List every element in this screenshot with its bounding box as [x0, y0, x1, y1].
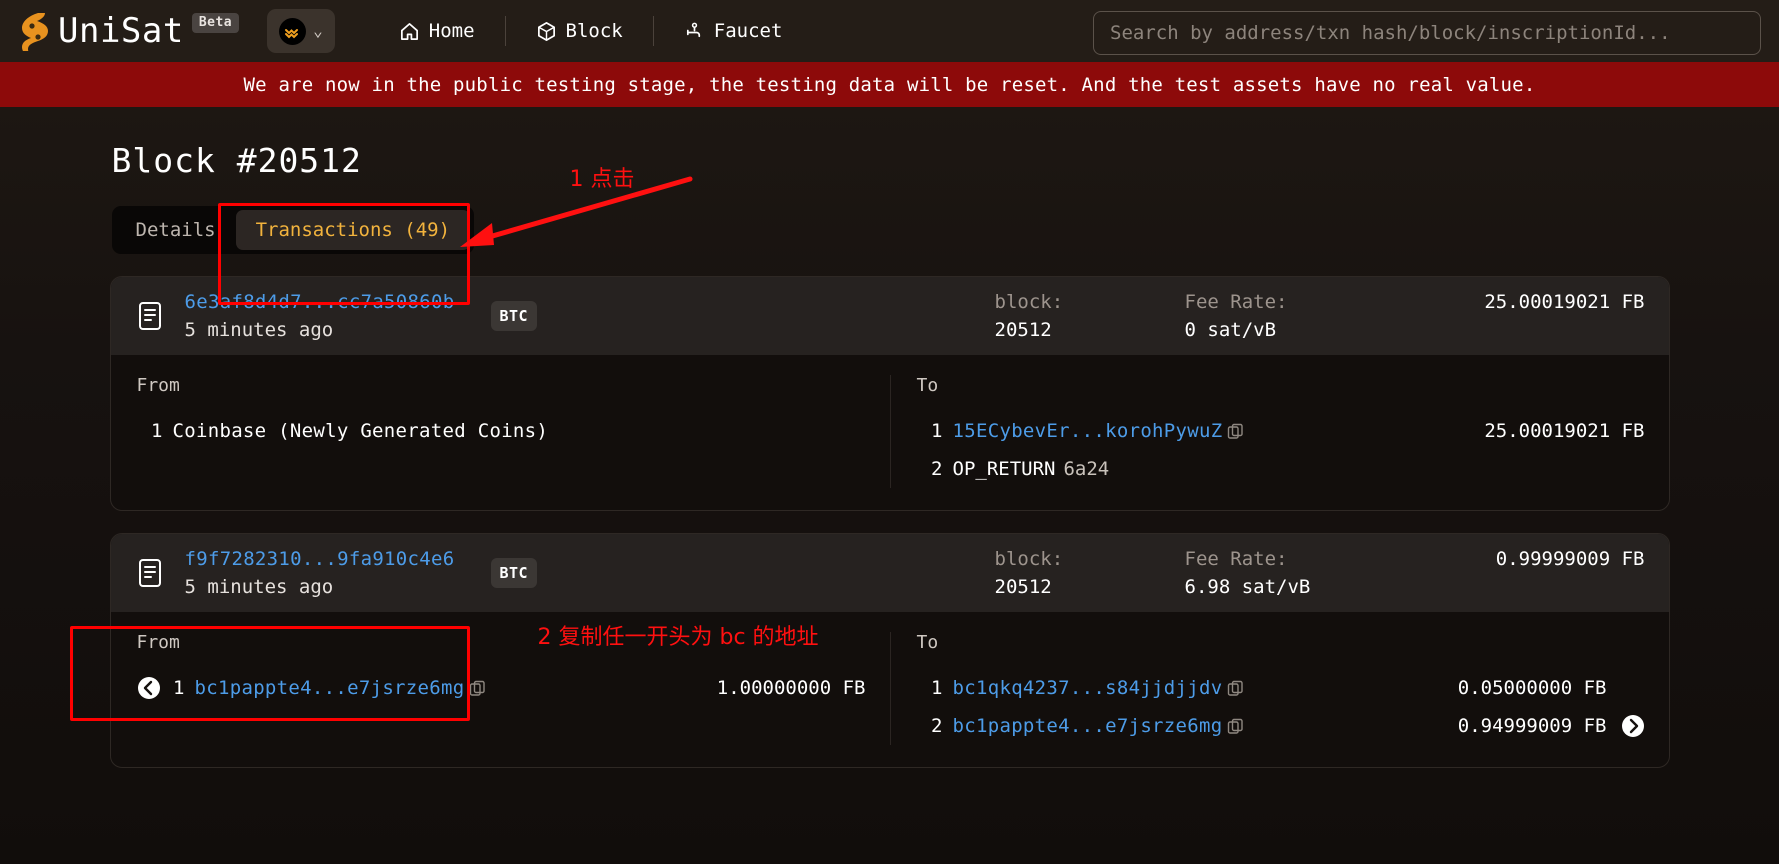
next-output-icon[interactable] — [1621, 714, 1645, 738]
top-navbar: UniSat Beta ⌄ Home Block Faucet Search b… — [0, 0, 1779, 62]
tab-details[interactable]: Details — [116, 210, 236, 250]
nav-item-block-label: Block — [565, 20, 623, 42]
nav-item-faucet-label: Faucet — [713, 20, 783, 42]
block-label: block: — [994, 291, 1064, 313]
transaction-time: 5 minutes ago — [184, 576, 334, 598]
to-label: To — [916, 632, 939, 653]
chain-coin-icon — [279, 17, 307, 45]
opreturn-hex: 6a24 — [1063, 458, 1110, 480]
copy-icon[interactable] — [1227, 680, 1244, 697]
transaction-time: 5 minutes ago — [184, 319, 334, 341]
output-row: 2 OP_RETURN 6a24 — [917, 450, 1645, 488]
input-source: Coinbase (Newly Generated Coins) — [172, 420, 549, 442]
fee-rate-info: Fee Rate: 0 sat/vB — [1185, 291, 1435, 341]
copy-icon[interactable] — [469, 680, 486, 697]
transaction-total-amount: 0.99999009 FB — [1495, 548, 1645, 570]
content-container: Block #20512 Details Transactions (49) 6… — [69, 141, 1670, 768]
tab-transactions[interactable]: Transactions (49) — [235, 210, 471, 250]
transaction-card: f9f7282310...9fa910c4e6 5 minutes ago BT… — [109, 533, 1670, 768]
output-index: 2 — [931, 715, 943, 737]
output-index: 1 — [931, 420, 943, 442]
transaction-card: 6e3af8d4d7...cc7a50860b 5 minutes ago BT… — [109, 276, 1670, 511]
block-value: 20512 — [994, 576, 1052, 598]
inputs-column: From 1 Coinbase (Newly Generated Coins) — [111, 375, 890, 488]
annotation-label-step-2: 2 复制任一开头为 bc 的地址 — [537, 625, 819, 650]
page-body: Block #20512 Details Transactions (49) 6… — [0, 107, 1779, 864]
output-index: 1 — [931, 677, 943, 699]
input-row: 1 Coinbase (Newly Generated Coins) — [137, 412, 866, 450]
input-amount: 1.00000000 FB — [716, 677, 866, 699]
unisat-logo-icon — [22, 13, 48, 51]
nav-links: Home Block Faucet — [369, 11, 813, 51]
search-input[interactable] — [1093, 11, 1761, 55]
transaction-header: f9f7282310...9fa910c4e6 5 minutes ago BT… — [110, 534, 1669, 612]
output-amount: 0.05000000 FB — [1457, 677, 1607, 699]
to-label: To — [916, 375, 939, 396]
from-label: From — [136, 375, 180, 396]
brand-logo[interactable]: UniSat Beta — [18, 11, 240, 51]
input-index: 1 — [151, 420, 163, 442]
transaction-identity: f9f7282310...9fa910c4e6 5 minutes ago — [185, 548, 475, 598]
block-label: block: — [994, 548, 1064, 570]
nav-item-faucet[interactable]: Faucet — [654, 16, 813, 46]
transaction-header: 6e3af8d4d7...cc7a50860b 5 minutes ago BT… — [110, 277, 1669, 355]
fee-rate-value: 0 sat/vB — [1184, 319, 1277, 341]
fee-rate-info: Fee Rate: 6.98 sat/vB — [1185, 548, 1435, 598]
outputs-column: To 1 bc1qkq4237...s84jjdjjdv 0.05000000 … — [889, 632, 1669, 745]
cube-icon — [537, 21, 555, 41]
block-info: block: 20512 — [995, 291, 1185, 341]
transaction-body: From 1 bc1pappte4...e7jsrze6mg 1.0000000… — [111, 612, 1669, 767]
transaction-total-amount: 25.00019021 FB — [1484, 291, 1645, 313]
home-icon — [400, 22, 418, 40]
transaction-body: From 1 Coinbase (Newly Generated Coins) … — [111, 355, 1669, 510]
output-row: 1 15ECybevEr...korohPywuZ 25.00019021 FB — [917, 412, 1645, 450]
chain-chip: BTC — [490, 301, 538, 331]
fee-rate-value: 6.98 sat/vB — [1184, 576, 1311, 598]
outputs-column: To 1 15ECybevEr...korohPywuZ 25.00019021… — [889, 375, 1669, 488]
nav-item-home[interactable]: Home — [369, 16, 505, 46]
search-box[interactable] — [1093, 11, 1761, 55]
transaction-hash-link[interactable]: 6e3af8d4d7...cc7a50860b — [185, 291, 475, 313]
input-row: 1 bc1pappte4...e7jsrze6mg 1.00000000 FB — [137, 669, 866, 707]
output-amount: 25.00019021 FB — [1484, 420, 1645, 442]
beta-badge: Beta — [191, 13, 240, 33]
output-opreturn: OP_RETURN 6a24 — [953, 458, 1110, 480]
tab-bar: Details Transactions (49) — [111, 206, 475, 254]
document-icon — [138, 559, 161, 587]
copy-icon[interactable] — [1227, 423, 1244, 440]
previous-output-icon[interactable] — [137, 676, 161, 700]
transaction-hash-link[interactable]: f9f7282310...9fa910c4e6 — [185, 548, 475, 570]
input-address-link[interactable]: bc1pappte4...e7jsrze6mg — [195, 677, 465, 699]
output-address-link[interactable]: 15ECybevEr...korohPywuZ — [953, 420, 1223, 442]
transaction-identity: 6e3af8d4d7...cc7a50860b 5 minutes ago — [185, 291, 475, 341]
nav-item-block[interactable]: Block — [506, 16, 653, 46]
output-amount: 0.94999009 FB — [1457, 715, 1607, 737]
faucet-icon — [686, 22, 700, 37]
output-index: 2 — [931, 458, 943, 480]
nav-item-home-label: Home — [428, 20, 475, 42]
brand-name: UniSat — [58, 11, 184, 51]
opreturn-label: OP_RETURN — [952, 458, 1056, 480]
output-row: 2 bc1pappte4...e7jsrze6mg 0.94999009 FB — [917, 707, 1645, 745]
output-address-link[interactable]: bc1qkq4237...s84jjdjjdv — [953, 677, 1223, 699]
annotation-label-step-1: 1 点击 — [569, 167, 635, 192]
page-title: Block #20512 — [111, 141, 362, 180]
block-value: 20512 — [994, 319, 1052, 341]
chevron-down-icon: ⌄ — [313, 21, 323, 40]
block-info: block: 20512 — [995, 548, 1185, 598]
input-index: 1 — [173, 677, 185, 699]
chain-switcher[interactable]: ⌄ — [267, 9, 335, 53]
fee-rate-label: Fee Rate: — [1184, 291, 1288, 313]
testing-banner: We are now in the public testing stage, … — [0, 62, 1779, 107]
output-address-link[interactable]: bc1pappte4...e7jsrze6mg — [953, 715, 1223, 737]
document-icon — [138, 302, 161, 330]
fee-rate-label: Fee Rate: — [1184, 548, 1288, 570]
output-row: 1 bc1qkq4237...s84jjdjjdv 0.05000000 FB — [917, 669, 1645, 707]
copy-icon[interactable] — [1227, 718, 1244, 735]
chain-chip: BTC — [490, 558, 538, 588]
